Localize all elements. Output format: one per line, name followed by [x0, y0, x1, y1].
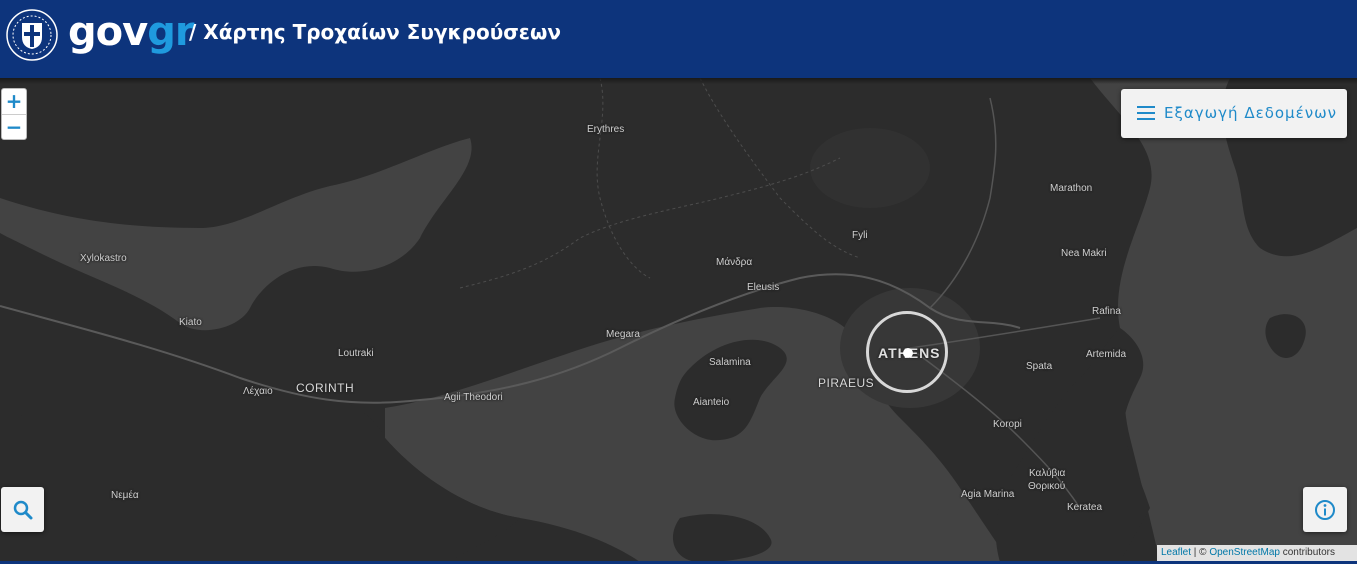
place-label: CORINTH	[296, 381, 355, 395]
export-data-label: Εξαγωγή Δεδομένων	[1164, 104, 1338, 122]
place-label: Megara	[606, 329, 640, 340]
place-label: Marathon	[1050, 183, 1093, 194]
place-label: Eleusis	[747, 282, 780, 293]
zoom-control: + −	[1, 88, 27, 140]
place-label: Nea Makri	[1061, 248, 1107, 259]
greek-emblem-icon	[6, 9, 58, 61]
place-label: Erythres	[587, 124, 625, 135]
map-tiles	[0, 78, 1357, 562]
place-label: Salamina	[709, 357, 751, 368]
app-header: govgr / Χάρτης Τροχαίων Συγκρούσεων	[0, 0, 1357, 78]
openstreetmap-link[interactable]: OpenStreetMap	[1209, 547, 1280, 558]
place-label: PIRAEUS	[818, 376, 875, 390]
place-label: Kiato	[179, 317, 202, 328]
page-title: / Χάρτης Τροχαίων Συγκρούσεων	[189, 20, 561, 44]
place-label: Keratea	[1067, 502, 1103, 513]
attribution-separator: | ©	[1191, 547, 1210, 558]
map-canvas[interactable]	[0, 78, 1357, 562]
gov-gr-logo[interactable]: govgr	[68, 8, 195, 56]
search-button[interactable]	[1, 487, 44, 532]
place-label: Rafina	[1092, 306, 1121, 317]
leaflet-link[interactable]: Leaflet	[1161, 547, 1191, 558]
place-label: Θορικού	[1028, 481, 1066, 492]
place-label: Fyli	[852, 230, 868, 241]
zoom-out-button[interactable]: −	[2, 115, 26, 140]
place-label: Koropi	[993, 419, 1022, 430]
place-label: Μάνδρα	[716, 257, 753, 268]
export-data-button[interactable]: Εξαγωγή Δεδομένων	[1121, 89, 1347, 138]
place-label: Loutraki	[338, 348, 374, 359]
place-label: Artemida	[1086, 349, 1127, 360]
place-label: Λέχαιο	[243, 386, 273, 397]
place-label: Agii Theodori	[444, 392, 503, 403]
logo-gov-text: gov	[68, 9, 148, 55]
menu-icon	[1137, 106, 1155, 120]
attribution-suffix: contributors	[1279, 547, 1335, 558]
place-label: Aianteio	[693, 397, 730, 408]
place-label: Καλύβια	[1029, 468, 1066, 479]
place-label: Xylokastro	[80, 253, 127, 264]
place-label: Agia Marina	[961, 489, 1015, 500]
place-label: Νεμέα	[111, 490, 139, 501]
location-marker-dot[interactable]	[903, 348, 913, 358]
search-icon	[13, 500, 33, 520]
zoom-in-button[interactable]: +	[2, 89, 26, 115]
place-label: Spata	[1026, 361, 1053, 372]
logo-gr-text: gr	[147, 9, 194, 55]
info-button[interactable]	[1303, 487, 1347, 532]
bottom-bar	[0, 561, 1357, 569]
info-icon	[1315, 500, 1335, 520]
map-attribution: Leaflet | © OpenStreetMap contributors	[1157, 545, 1357, 561]
